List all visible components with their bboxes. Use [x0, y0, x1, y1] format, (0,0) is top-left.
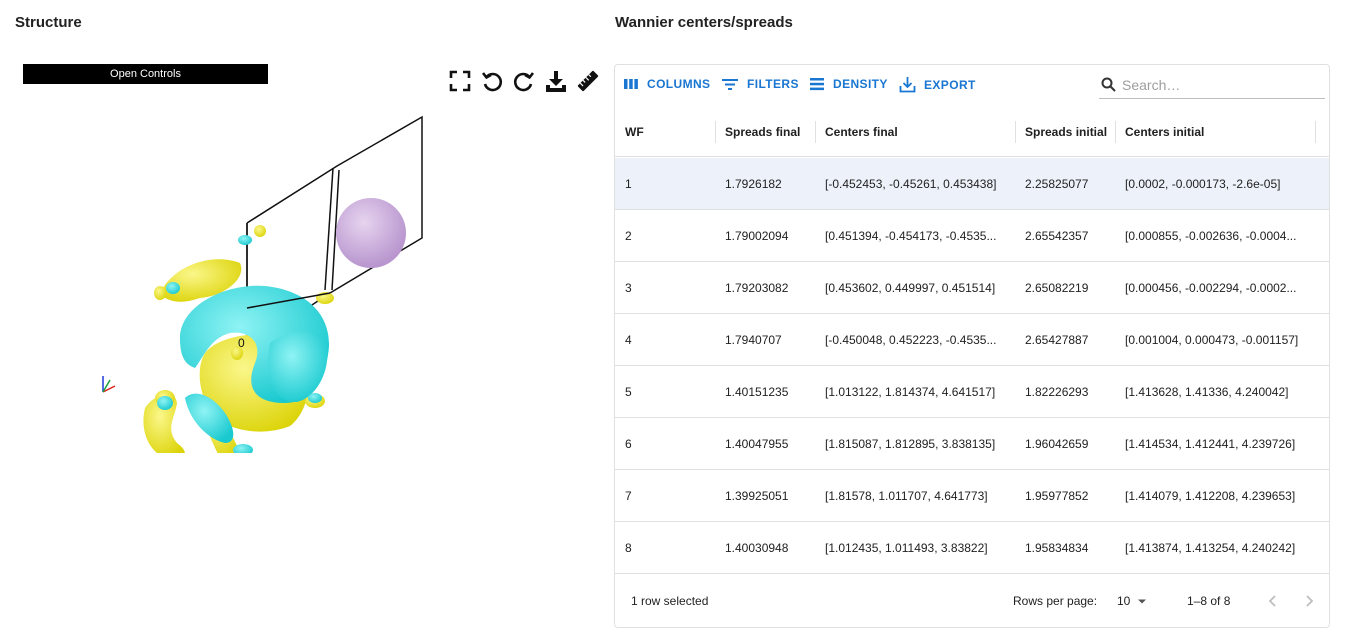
grid-rows: 1 1.7926182 [-0.452453, -0.45261, 0.4534…	[615, 158, 1329, 574]
cell-centers-final: [1.012435, 1.011493, 3.83822]	[825, 541, 988, 555]
structure-title: Structure	[15, 14, 82, 31]
columns-icon	[624, 79, 638, 89]
density-icon	[810, 78, 824, 91]
cell-centers-final: [0.453602, 0.449997, 0.451514]	[825, 281, 996, 295]
next-page-button[interactable]	[1297, 589, 1321, 613]
table-row[interactable]: 1 1.7926182 [-0.452453, -0.45261, 0.4534…	[615, 158, 1329, 210]
rows-per-page-select[interactable]: 10	[1117, 575, 1148, 627]
grid-toolbar: COLUMNS FILTERS DENSITY EXPORT	[615, 65, 1329, 107]
cell-centers-initial: [1.414079, 1.412208, 4.239653]	[1125, 489, 1296, 503]
rotate-left-icon[interactable]	[479, 68, 505, 94]
filter-icon	[722, 79, 738, 90]
table-row[interactable]: 5 1.40151235 [1.013122, 1.814374, 4.6415…	[615, 366, 1329, 418]
cell-centers-initial: [1.414534, 1.412441, 4.239726]	[1125, 437, 1296, 451]
cell-wf: 1	[625, 177, 632, 191]
columns-button[interactable]: COLUMNS	[623, 76, 710, 92]
cell-spreads-initial: 1.95977852	[1025, 489, 1089, 503]
structure-scene[interactable]: 0	[15, 58, 605, 458]
cell-centers-initial: [1.413628, 1.41336, 4.240042]	[1125, 385, 1289, 399]
table-row[interactable]: 7 1.39925051 [1.81578, 1.011707, 4.64177…	[615, 470, 1329, 522]
download-icon[interactable]	[543, 68, 569, 94]
cell-spreads-final: 1.40047955	[725, 437, 789, 451]
table-row[interactable]: 6 1.40047955 [1.815087, 1.812895, 3.8381…	[615, 418, 1329, 470]
grid-header: WF Spreads final Centers final Spreads i…	[615, 107, 1329, 157]
density-button[interactable]: DENSITY	[809, 76, 888, 92]
cell-spreads-final: 1.39925051	[725, 489, 789, 503]
cell-wf: 5	[625, 385, 632, 399]
cell-wf: 6	[625, 437, 632, 451]
cell-centers-final: [0.451394, -0.454173, -0.4535...	[825, 229, 997, 243]
cell-wf: 7	[625, 489, 632, 503]
cell-centers-final: [1.815087, 1.812895, 3.838135]	[825, 437, 996, 451]
table-row[interactable]: 4 1.7940707 [-0.450048, 0.452223, -0.453…	[615, 314, 1329, 366]
cell-spreads-final: 1.40030948	[725, 541, 789, 555]
rows-per-page-value: 10	[1117, 594, 1131, 608]
cell-wf: 8	[625, 541, 632, 555]
column-header-spreads-final[interactable]: Spreads final	[715, 107, 815, 157]
cell-centers-initial: [0.000456, -0.002294, -0.0002...	[1125, 281, 1297, 295]
cell-spreads-initial: 2.65427887	[1025, 333, 1089, 347]
origin-label: 0	[238, 336, 245, 350]
chevron-left-icon	[1268, 595, 1276, 607]
search-box	[1099, 71, 1325, 99]
grid-footer: 1 row selected Rows per page: 10 1–8 of …	[615, 575, 1329, 627]
cell-spreads-final: 1.40151235	[725, 385, 789, 399]
chevron-right-icon	[1306, 595, 1314, 607]
column-separator[interactable]	[1315, 121, 1316, 143]
cell-wf: 2	[625, 229, 632, 243]
cell-wf: 3	[625, 281, 632, 295]
table-row[interactable]: 2 1.79002094 [0.451394, -0.454173, -0.45…	[615, 210, 1329, 262]
column-header-wf[interactable]: WF	[615, 107, 715, 157]
column-header-spreads-initial[interactable]: Spreads initial	[1015, 107, 1115, 157]
cell-centers-final: [1.81578, 1.011707, 4.641773]	[825, 489, 988, 503]
wannier-title: Wannier centers/spreads	[615, 14, 793, 31]
structure-viewer[interactable]: 0 Open Controls	[15, 58, 605, 458]
search-input[interactable]	[1122, 76, 1312, 93]
search-icon	[1101, 77, 1116, 92]
filters-button[interactable]: FILTERS	[721, 76, 799, 92]
page-info: 1–8 of 8	[1187, 594, 1231, 608]
density-label: DENSITY	[833, 77, 888, 91]
wannier-data-grid: COLUMNS FILTERS DENSITY EXPORT Search… W…	[614, 64, 1330, 628]
selected-count: 1 row selected	[631, 594, 709, 608]
cell-centers-initial: [0.0002, -0.000173, -2.6e-05]	[1125, 177, 1281, 191]
cell-centers-initial: [1.413874, 1.413254, 4.240242]	[1125, 541, 1296, 555]
column-header-centers-final[interactable]: Centers final	[815, 107, 1015, 157]
cell-centers-final: [-0.452453, -0.45261, 0.453438]	[825, 177, 997, 191]
fullscreen-icon[interactable]	[447, 68, 473, 94]
cell-spreads-initial: 1.82226293	[1025, 385, 1089, 399]
cell-spreads-initial: 1.96042659	[1025, 437, 1089, 451]
cell-spreads-final: 1.7940707	[725, 333, 782, 347]
chevron-down-icon	[1138, 599, 1147, 604]
export-icon	[899, 77, 916, 93]
filters-label: FILTERS	[747, 77, 799, 91]
ruler-icon[interactable]	[575, 68, 601, 94]
axes-triad	[102, 376, 116, 393]
cell-spreads-initial: 2.65542357	[1025, 229, 1089, 243]
column-header-centers-initial[interactable]: Centers initial	[1115, 107, 1315, 157]
atom-sphere	[336, 198, 406, 268]
viewer-toolbar	[447, 68, 601, 94]
cell-centers-initial: [0.001004, 0.000473, -0.001157]	[1125, 333, 1299, 347]
cell-centers-final: [1.013122, 1.814374, 4.641517]	[825, 385, 996, 399]
open-controls-button[interactable]: Open Controls	[23, 64, 268, 84]
cell-spreads-final: 1.79002094	[725, 229, 789, 243]
export-label: EXPORT	[924, 77, 976, 92]
export-button[interactable]: EXPORT	[899, 76, 976, 93]
rotate-right-icon[interactable]	[511, 68, 537, 94]
table-row[interactable]: 3 1.79203082 [0.453602, 0.449997, 0.4515…	[615, 262, 1329, 314]
cell-spreads-initial: 1.95834834	[1025, 541, 1089, 555]
columns-label: COLUMNS	[647, 77, 711, 91]
cell-spreads-initial: 2.25825077	[1025, 177, 1089, 191]
cell-wf: 4	[625, 333, 632, 347]
previous-page-button[interactable]	[1261, 589, 1285, 613]
cell-centers-final: [-0.450048, 0.452223, -0.4535...	[825, 333, 997, 347]
rows-per-page-label: Rows per page:	[1013, 594, 1098, 608]
cell-centers-initial: [0.000855, -0.002636, -0.0004...	[1125, 229, 1297, 243]
table-row[interactable]: 8 1.40030948 [1.012435, 1.011493, 3.8382…	[615, 522, 1329, 574]
cell-spreads-final: 1.7926182	[725, 177, 782, 191]
cell-spreads-initial: 2.65082219	[1025, 281, 1089, 295]
cell-spreads-final: 1.79203082	[725, 281, 789, 295]
